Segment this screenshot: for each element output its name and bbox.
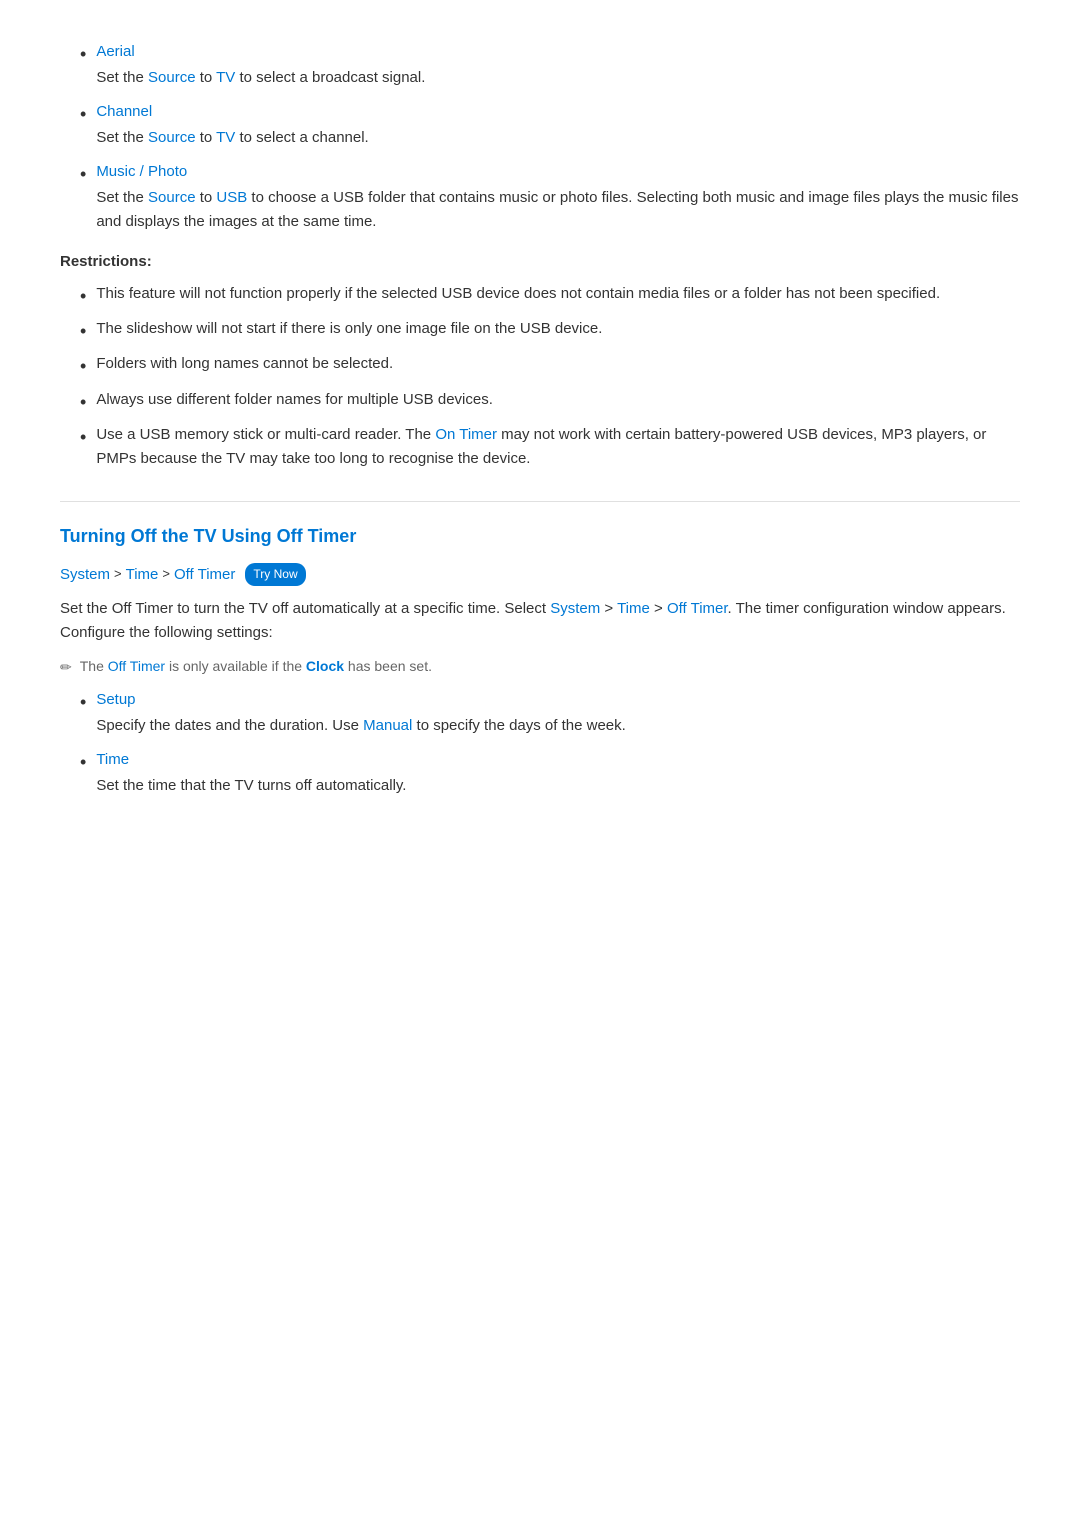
intro-arrow2: >	[650, 600, 667, 617]
restrictions-list: • This feature will not function properl…	[80, 282, 1020, 471]
note-pre: The	[80, 658, 108, 674]
note-text: The Off Timer is only available if the C…	[80, 655, 432, 677]
aerial-item: • Aerial Set the Source to TV to select …	[80, 40, 1020, 90]
music-desc-mid: to	[196, 189, 217, 206]
setup-content: Setup Specify the dates and the duration…	[96, 688, 1020, 738]
music-desc-pre: Set the	[96, 189, 148, 206]
intro-pre: Set the Off Timer to turn the TV off aut…	[60, 600, 550, 617]
aerial-title[interactable]: Aerial	[96, 43, 134, 60]
restriction-item-5: • Use a USB memory stick or multi-card r…	[80, 423, 1020, 471]
section-divider	[60, 501, 1020, 502]
channel-title[interactable]: Channel	[96, 103, 152, 120]
restriction-dot-5: •	[80, 425, 86, 450]
breadcrumb-time[interactable]: Time	[126, 563, 159, 587]
note-line: ✏ The Off Timer is only available if the…	[60, 655, 1020, 678]
restriction-text-4: Always use different folder names for mu…	[96, 388, 1020, 412]
intro-arrow1: >	[600, 600, 617, 617]
music-title[interactable]: Music	[96, 163, 135, 180]
restriction-item-2: • The slideshow will not start if there …	[80, 317, 1020, 344]
breadcrumb-arrow-1: >	[114, 564, 122, 585]
restriction-dot-3: •	[80, 354, 86, 379]
bullet-dot-music-photo: •	[80, 162, 86, 187]
channel-item: • Channel Set the Source to TV to select…	[80, 100, 1020, 150]
setup-item: • Setup Specify the dates and the durati…	[80, 688, 1020, 738]
restriction-text-3: Folders with long names cannot be select…	[96, 352, 1020, 376]
breadcrumb-system[interactable]: System	[60, 563, 110, 587]
bullet-dot-aerial: •	[80, 42, 86, 67]
restriction-text-5: Use a USB memory stick or multi-card rea…	[96, 423, 1020, 471]
music-photo-separator: /	[135, 163, 148, 180]
bullet-dot-channel: •	[80, 102, 86, 127]
setup-desc-post: to specify the days of the week.	[412, 717, 625, 734]
restriction-item-3: • Folders with long names cannot be sele…	[80, 352, 1020, 379]
music-photo-description: Set the Source to USB to choose a USB fo…	[96, 186, 1020, 234]
intro-system-link[interactable]: System	[550, 600, 600, 617]
pencil-icon: ✏	[60, 656, 72, 678]
breadcrumb-line: System > Time > Off Timer Try Now	[60, 563, 1020, 587]
setup-title[interactable]: Setup	[96, 688, 1020, 712]
music-source-link[interactable]: Source	[148, 189, 196, 206]
photo-title[interactable]: Photo	[148, 163, 187, 180]
off-timer-heading: Turning Off the TV Using Off Timer	[60, 522, 1020, 551]
restriction-item-1: • This feature will not function properl…	[80, 282, 1020, 309]
music-photo-item: • Music / Photo Set the Source to USB to…	[80, 160, 1020, 234]
restriction-dot-2: •	[80, 319, 86, 344]
time-dot: •	[80, 750, 86, 775]
channel-description: Set the Source to TV to select a channel…	[96, 126, 1020, 150]
channel-content: Channel Set the Source to TV to select a…	[96, 100, 1020, 150]
note-off-timer-link[interactable]: Off Timer	[108, 658, 165, 674]
restrictions-heading: Restrictions:	[60, 250, 1020, 274]
setup-desc-pre: Specify the dates and the duration. Use	[96, 717, 363, 734]
restriction-item-4: • Always use different folder names for …	[80, 388, 1020, 415]
restriction-dot-4: •	[80, 390, 86, 415]
restriction-text-2: The slideshow will not start if there is…	[96, 317, 1020, 341]
aerial-desc-mid: to	[196, 69, 217, 86]
note-mid: is only available if the	[165, 658, 306, 674]
channel-desc-pre: Set the	[96, 129, 148, 146]
breadcrumb-off-timer[interactable]: Off Timer	[174, 563, 235, 587]
try-now-badge[interactable]: Try Now	[245, 563, 305, 586]
time-title[interactable]: Time	[96, 748, 1020, 772]
channel-source-link[interactable]: Source	[148, 129, 196, 146]
intro-off-timer-link[interactable]: Off Timer	[667, 600, 728, 617]
time-item: • Time Set the time that the TV turns of…	[80, 748, 1020, 798]
aerial-desc-pre: Set the	[96, 69, 148, 86]
sub-bullet-list: • Setup Specify the dates and the durati…	[80, 688, 1020, 798]
music-usb-link[interactable]: USB	[216, 189, 247, 206]
setup-manual-link[interactable]: Manual	[363, 717, 412, 734]
aerial-content: Aerial Set the Source to TV to select a …	[96, 40, 1020, 90]
aerial-source-link[interactable]: Source	[148, 69, 196, 86]
restriction-dot-1: •	[80, 284, 86, 309]
restriction-text-1: This feature will not function properly …	[96, 282, 1020, 306]
note-post: has been set.	[344, 658, 432, 674]
setup-dot: •	[80, 690, 86, 715]
aerial-desc-post: to select a broadcast signal.	[235, 69, 425, 86]
time-description: Set the time that the TV turns off autom…	[96, 774, 1020, 798]
time-content: Time Set the time that the TV turns off …	[96, 748, 1020, 798]
aerial-description: Set the Source to TV to select a broadca…	[96, 66, 1020, 90]
off-timer-intro: Set the Off Timer to turn the TV off aut…	[60, 597, 1020, 645]
note-clock-link[interactable]: Clock	[306, 658, 344, 674]
breadcrumb-arrow-2: >	[162, 564, 170, 585]
setup-description: Specify the dates and the duration. Use …	[96, 714, 1020, 738]
aerial-tv-link[interactable]: TV	[216, 69, 235, 86]
on-timer-link[interactable]: On Timer	[435, 426, 497, 443]
intro-time-link[interactable]: Time	[617, 600, 650, 617]
channel-desc-mid: to	[196, 129, 217, 146]
channel-desc-post: to select a channel.	[235, 129, 368, 146]
channel-tv-link[interactable]: TV	[216, 129, 235, 146]
music-photo-content: Music / Photo Set the Source to USB to c…	[96, 160, 1020, 234]
